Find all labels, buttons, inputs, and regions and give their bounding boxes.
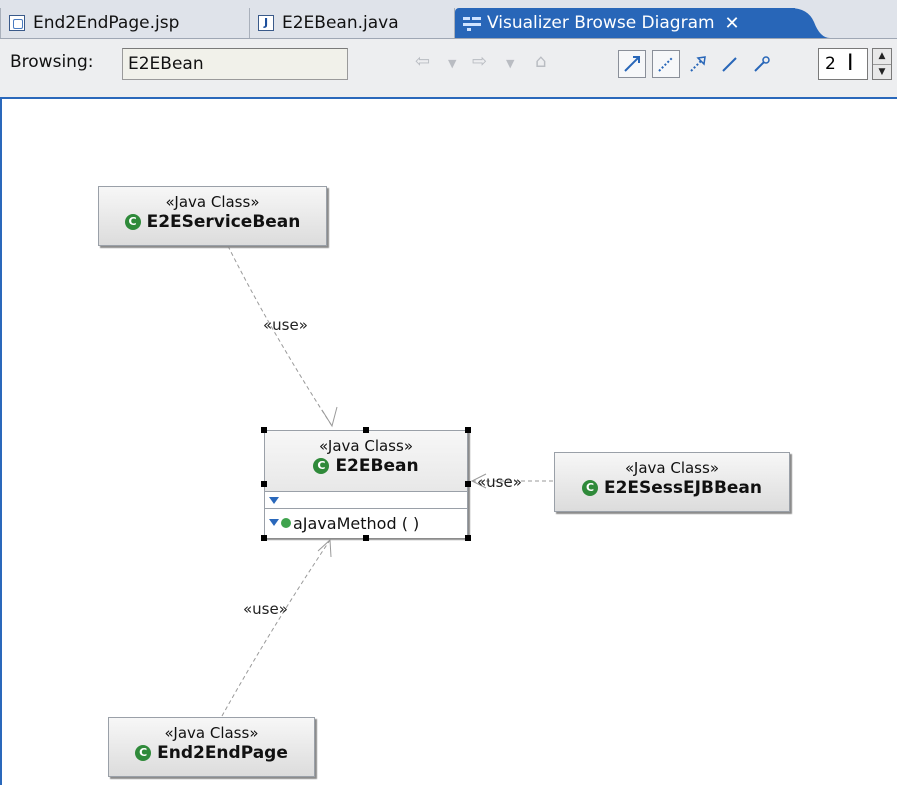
stereotype-label: «Java Class» <box>165 193 260 211</box>
selection-handle[interactable] <box>465 427 471 433</box>
use-edge-servicebean <box>227 245 333 427</box>
method-a-java-method[interactable]: aJavaMethod ( ) <box>293 514 419 533</box>
attributes-compartment[interactable] <box>265 491 467 508</box>
class-name: E2EBean <box>335 456 419 476</box>
use-label-servicebean: «use» <box>263 316 308 334</box>
java-class-icon: C <box>124 214 141 230</box>
use-edge-end2endpage <box>221 539 331 717</box>
use-label-sessejb: «use» <box>477 473 522 491</box>
class-name: E2EServiceBean <box>146 212 301 232</box>
methods-compartment[interactable]: aJavaMethod ( ) <box>265 508 467 538</box>
selection-handle[interactable] <box>261 535 267 541</box>
java-class-icon: C <box>135 745 152 761</box>
stereotype-label: «Java Class» <box>624 459 719 477</box>
stereotype-label: «Java Class» <box>318 437 413 455</box>
selection-handle[interactable] <box>363 427 369 433</box>
class-node-e2eservicebean[interactable]: «Java Class» C E2EServiceBean <box>98 186 327 246</box>
selection-handle[interactable] <box>261 427 267 433</box>
java-class-icon: C <box>313 458 330 474</box>
selection-handle[interactable] <box>363 535 369 541</box>
public-method-icon <box>281 518 291 528</box>
collapse-triangle-icon[interactable] <box>269 497 279 504</box>
java-class-icon: C <box>581 480 598 496</box>
selection-handle[interactable] <box>465 481 471 487</box>
selection-handle[interactable] <box>261 481 267 487</box>
class-name: End2EndPage <box>157 743 288 763</box>
stereotype-label: «Java Class» <box>164 724 259 742</box>
class-node-end2endpage[interactable]: «Java Class» C End2EndPage <box>108 717 315 777</box>
class-node-e2esessejbbean[interactable]: «Java Class» C E2ESessEJBBean <box>554 452 790 512</box>
use-label-end2endpage: «use» <box>243 600 288 618</box>
relationship-edges <box>221 245 553 717</box>
selection-handle[interactable] <box>465 535 471 541</box>
collapse-triangle-icon[interactable] <box>269 519 279 526</box>
arrowhead-servicebean <box>321 406 338 428</box>
class-node-e2ebean[interactable]: «Java Class» C E2EBean aJavaMethod ( ) <box>264 430 468 538</box>
class-name: E2ESessEJBBean <box>603 478 763 498</box>
